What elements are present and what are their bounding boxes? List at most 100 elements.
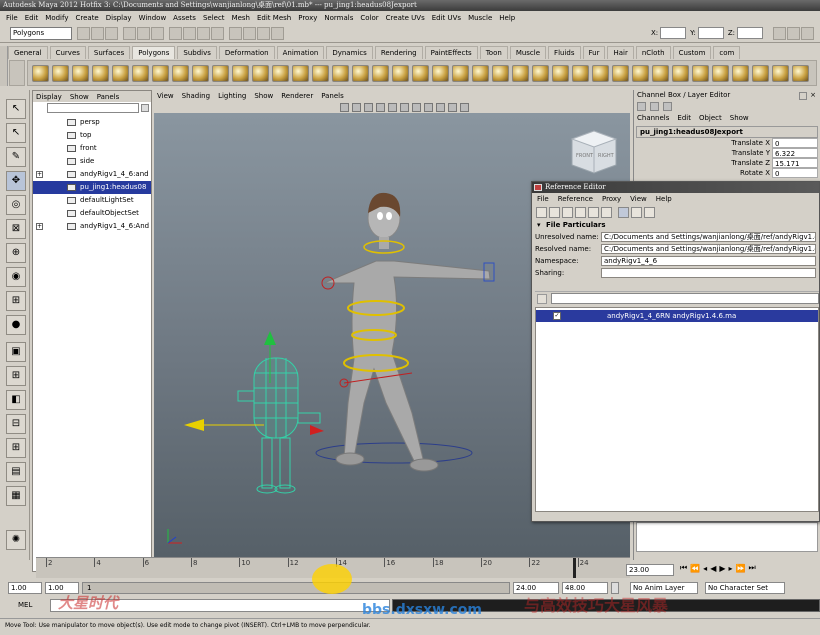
poly-platonic-icon[interactable] xyxy=(252,64,269,82)
shelf-tab-muscle[interactable]: Muscle xyxy=(509,46,547,59)
coord-y-field[interactable] xyxy=(697,27,724,39)
shelf-tab-toon[interactable]: Toon xyxy=(479,46,508,59)
reference-menu-reference[interactable]: Reference xyxy=(558,195,593,203)
universal-manipulator-icon[interactable]: ⊕ xyxy=(6,243,26,263)
insert-edge-loop-icon[interactable] xyxy=(472,64,489,82)
persp-outliner-layout-icon[interactable]: ◧ xyxy=(6,390,26,410)
four-view-layout-icon[interactable]: ⊞ xyxy=(6,366,26,386)
channel-attribute-label[interactable]: Translate Y xyxy=(732,148,770,158)
poly-plane-icon[interactable] xyxy=(112,64,129,82)
channel-box-close-icon[interactable]: × xyxy=(809,91,817,100)
menu-muscle[interactable]: Muscle xyxy=(468,14,492,22)
shelf-menu-icon[interactable] xyxy=(9,60,25,86)
poly-prism-icon[interactable] xyxy=(152,64,169,82)
paint-select-tool-icon[interactable]: ✎ xyxy=(6,147,26,167)
shelf-tab-dynamics[interactable]: Dynamics xyxy=(326,46,373,59)
graph-editor-layout-icon[interactable]: ▦ xyxy=(6,486,26,506)
range-slider[interactable]: 1 xyxy=(82,582,510,594)
append-polygon-icon[interactable] xyxy=(432,64,449,82)
open-scene-icon[interactable] xyxy=(91,26,104,40)
channel-box-float-icon[interactable] xyxy=(799,91,807,100)
camera-attributes-icon[interactable] xyxy=(340,102,349,112)
coord-z-field[interactable] xyxy=(737,27,763,39)
step-forward-key-icon[interactable]: ⏩ xyxy=(736,564,746,573)
view-cube[interactable]: FRONT RIGHT xyxy=(570,130,618,174)
both-mode-icon[interactable] xyxy=(663,102,672,111)
shelf-tab-com[interactable]: com xyxy=(713,46,741,59)
channel-attribute-label[interactable]: Translate Z xyxy=(731,158,770,168)
tool-settings-toggle-icon[interactable] xyxy=(801,26,814,40)
menu-set-dropdown[interactable]: Polygons xyxy=(10,26,72,40)
lasso-tool-icon[interactable]: ↖ xyxy=(6,123,26,143)
step-back-key-icon[interactable]: ⏪ xyxy=(690,564,700,573)
channel-attribute-value[interactable]: 6.322 xyxy=(772,148,818,158)
checker-4-icon[interactable] xyxy=(792,64,809,82)
channel-box-menu-edit[interactable]: Edit xyxy=(677,114,691,122)
outliner-item[interactable]: persp xyxy=(33,116,151,129)
channel-box-menu-channels[interactable]: Channels xyxy=(637,114,669,122)
menu-create[interactable]: Create xyxy=(75,14,98,22)
shelf-tab-subdivs[interactable]: Subdivs xyxy=(177,46,217,59)
shelf-tab-polygons[interactable]: Polygons xyxy=(132,46,176,59)
move-manipulator-x-arrow[interactable] xyxy=(184,419,204,431)
shelf-tab-fur[interactable]: Fur xyxy=(582,46,606,59)
collapse-arrow-icon[interactable]: ▾ xyxy=(537,220,541,231)
go-to-end-icon[interactable]: ⏭ xyxy=(748,563,755,573)
character-model[interactable] xyxy=(321,192,495,472)
channel-box-menu-object[interactable]: Object xyxy=(699,114,722,122)
outliner-item[interactable]: + andyRigv1_4_6:and xyxy=(33,168,151,181)
boolean-intersection-icon[interactable] xyxy=(392,64,409,82)
current-time-field[interactable]: 23.00 xyxy=(626,564,674,576)
outliner-filter-field[interactable] xyxy=(47,103,139,113)
channel-box-menu-show[interactable]: Show xyxy=(730,114,749,122)
step-back-icon[interactable]: ◂ xyxy=(703,564,707,573)
outliner-layout-icon[interactable]: ▤ xyxy=(6,462,26,482)
expand-toggle-icon[interactable]: + xyxy=(36,171,43,178)
offset-edge-loop-icon[interactable] xyxy=(492,64,509,82)
list-view-icon[interactable] xyxy=(618,207,629,218)
history-icon[interactable] xyxy=(229,26,242,40)
shelf-tab-ncloth[interactable]: nCloth xyxy=(635,46,671,59)
poke-icon[interactable] xyxy=(592,64,609,82)
xray-icon[interactable] xyxy=(436,102,445,112)
viewport-menu-shading[interactable]: Shading xyxy=(182,92,210,100)
viewport-menu-view[interactable]: View xyxy=(157,92,174,100)
menu-edit-uvs[interactable]: Edit UVs xyxy=(432,14,461,22)
reference-editor-titlebar[interactable]: Reference Editor xyxy=(532,182,819,193)
snap-curve-icon[interactable] xyxy=(183,26,196,40)
split-polygon-icon[interactable] xyxy=(452,64,469,82)
smooth-icon[interactable] xyxy=(332,64,349,82)
menu-window[interactable]: Window xyxy=(139,14,167,22)
reference-field-value[interactable]: C:/Documents and Settings/wanjianlong/桌面… xyxy=(601,244,816,254)
wedge-icon[interactable] xyxy=(572,64,589,82)
shelf-tab-hair[interactable]: Hair xyxy=(607,46,634,59)
separate-icon[interactable] xyxy=(292,64,309,82)
menu-create-uvs[interactable]: Create UVs xyxy=(386,14,425,22)
merge-icon[interactable] xyxy=(612,64,629,82)
shelf-options-handle[interactable] xyxy=(0,46,8,86)
coord-x-field[interactable] xyxy=(660,27,687,39)
shelf-tab-fluids[interactable]: Fluids xyxy=(548,46,581,59)
scale-tool-icon[interactable]: ⊠ xyxy=(6,219,26,239)
reference-search-field[interactable] xyxy=(551,293,819,304)
channel-attribute-value[interactable]: 0 xyxy=(772,138,818,148)
poly-cube-icon[interactable] xyxy=(52,64,69,82)
channel-box-mode-icon[interactable] xyxy=(637,102,646,111)
detail-view-icon[interactable] xyxy=(631,207,642,218)
outliner-item[interactable]: side xyxy=(33,155,151,168)
extrude-icon[interactable] xyxy=(512,64,529,82)
reference-list-item[interactable]: ✓ andyRigv1_4_6RN andyRigv1.4.6.ma xyxy=(536,310,818,322)
boolean-difference-icon[interactable] xyxy=(372,64,389,82)
select-hierarchy-icon[interactable] xyxy=(123,26,136,40)
shadows-icon[interactable] xyxy=(424,102,433,112)
create-reference-icon[interactable] xyxy=(536,207,547,218)
outliner-item[interactable]: top xyxy=(33,129,151,142)
outliner-filter-clear-icon[interactable] xyxy=(141,104,149,112)
menu-assets[interactable]: Assets xyxy=(173,14,196,22)
lights-icon[interactable] xyxy=(412,102,421,112)
outliner-item[interactable]: + andyRigv1_4_6:And xyxy=(33,220,151,233)
menu-file[interactable]: File xyxy=(6,14,18,22)
last-tool-icon[interactable]: ● xyxy=(6,315,26,335)
channel-attribute-value[interactable]: 15.171 xyxy=(772,158,818,168)
menu-proxy[interactable]: Proxy xyxy=(298,14,317,22)
